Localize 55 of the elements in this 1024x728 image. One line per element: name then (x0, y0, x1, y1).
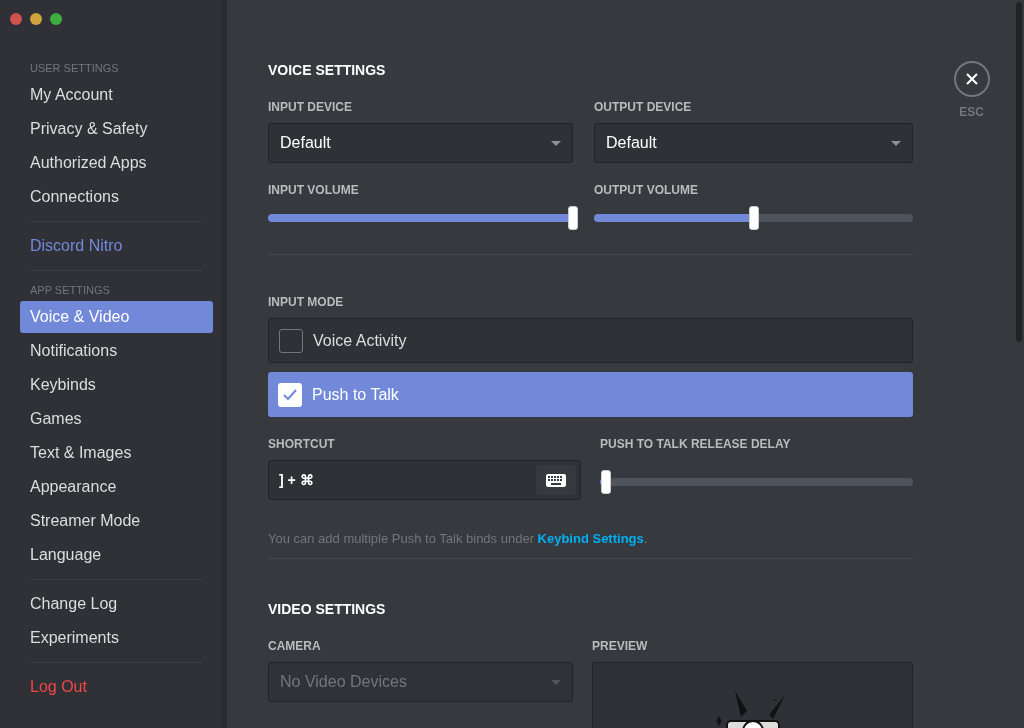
field-label: INPUT MODE (268, 295, 345, 309)
sidebar-item[interactable]: Discord Nitro (20, 230, 213, 262)
section-header: USER SETTINGS (29, 60, 120, 76)
sidebar-item[interactable]: Language (20, 539, 213, 571)
caret-icon (551, 679, 561, 685)
keybind-settings-link[interactable]: Keybind Settings (537, 531, 644, 546)
close-icon (965, 73, 978, 85)
slider-handle[interactable] (568, 206, 578, 230)
field-label: SHORTCUT (268, 437, 336, 451)
sidebar-item[interactable]: Authorized Apps (20, 147, 213, 179)
minimize-window-icon[interactable] (30, 13, 42, 25)
sidebar-item[interactable]: Log Out (20, 671, 213, 703)
sidebar-item[interactable]: My Account (20, 79, 213, 111)
slider-handle[interactable] (601, 470, 612, 494)
field-label: CAMERA (268, 639, 322, 653)
caret-icon (551, 140, 561, 146)
keyboard-icon[interactable] (536, 465, 576, 495)
field-label: INPUT DEVICE (268, 100, 353, 114)
sidebar-item[interactable]: Text & Images (20, 437, 213, 469)
dropdown-value: No Video Devices (280, 672, 407, 692)
section-title: VIDEO SETTINGS (268, 600, 387, 619)
sidebar-item[interactable]: Games (20, 403, 213, 435)
sidebar-item[interactable]: Notifications (20, 335, 213, 367)
radio-option[interactable]: Voice Activity (268, 318, 913, 363)
sidebar-item[interactable]: Appearance (20, 471, 213, 503)
option-label: Voice Activity (313, 330, 407, 351)
field-label: INPUT VOLUME (268, 183, 360, 197)
sidebar-item[interactable]: Keybinds (20, 369, 213, 401)
caret-icon (891, 140, 901, 146)
checked-box-icon (278, 382, 302, 407)
zoom-window-icon[interactable] (50, 13, 62, 25)
sidebar-item[interactable]: Connections (20, 181, 213, 213)
slider-handle[interactable] (748, 206, 759, 230)
dropdown[interactable]: Default (268, 123, 573, 163)
close-button[interactable] (953, 61, 990, 97)
sidebar-item[interactable]: Experiments (20, 622, 213, 654)
shortcut-value: ] + ⌘ (279, 470, 314, 490)
close-label: ESC (959, 104, 984, 121)
section-header: APP SETTINGS (29, 282, 111, 298)
field-label: PREVIEW (592, 639, 649, 653)
close-window-icon[interactable] (10, 13, 22, 25)
field-label: OUTPUT VOLUME (594, 183, 699, 197)
field-label: PUSH TO TALK RELEASE DELAY (600, 437, 792, 451)
option-label: Push to Talk (312, 384, 399, 405)
dropdown-value: Default (606, 133, 657, 153)
section-title: VOICE SETTINGS (268, 61, 387, 80)
sidebar-item[interactable]: Privacy & Safety (20, 113, 213, 145)
checkbox-icon (279, 328, 303, 353)
shortcut-field[interactable]: ] + ⌘ (268, 460, 581, 500)
sidebar-item[interactable]: Streamer Mode (20, 505, 213, 537)
help-text: You can add multiple Push to Talk binds under Keybind Settings. (268, 530, 649, 548)
dropdown-value: Default (280, 133, 331, 153)
sidebar-item[interactable]: Change Log (20, 588, 213, 620)
field-label: OUTPUT DEVICE (594, 100, 693, 114)
dropdown[interactable]: Default (594, 123, 913, 163)
